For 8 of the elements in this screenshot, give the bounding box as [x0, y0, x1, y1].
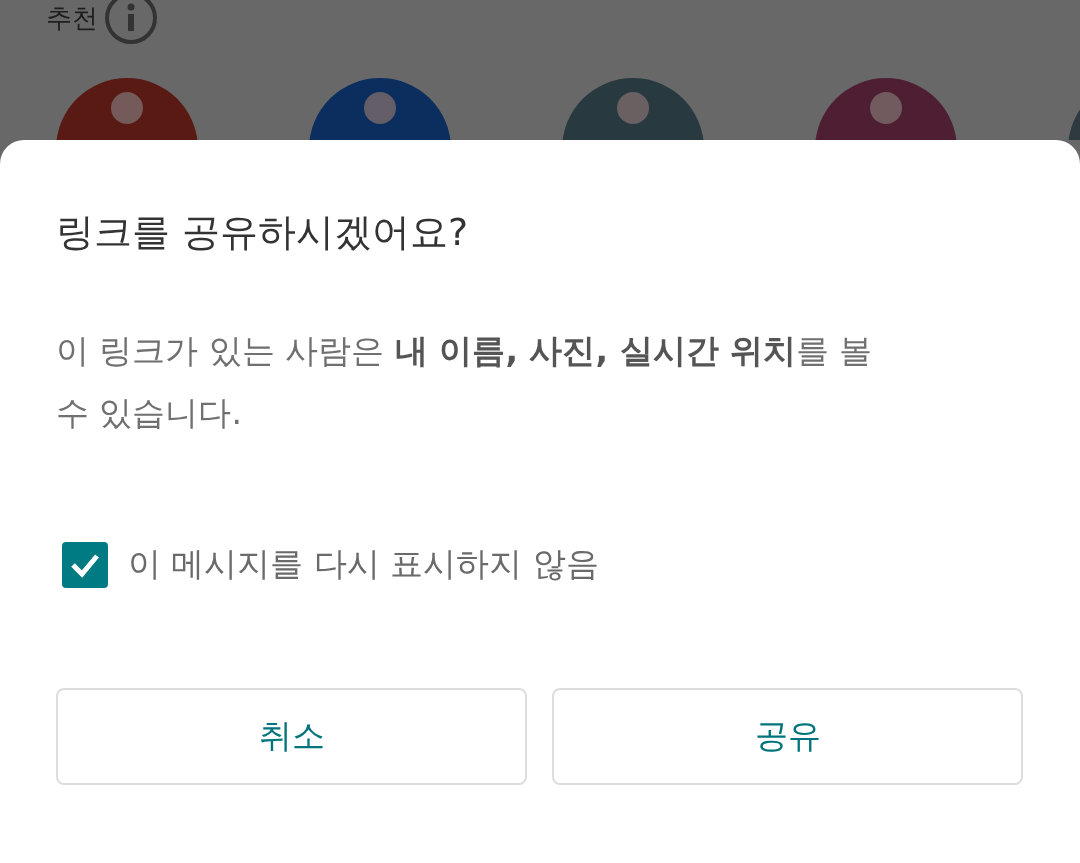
dialog-button[interactable]: 취소 — [56, 687, 527, 785]
info-icon[interactable] — [104, 0, 158, 45]
section-title: 추천 — [46, 1, 98, 35]
checkbox[interactable] — [62, 541, 108, 588]
checkbox-label: 이 메시지를 다시 표시하지 않음 — [128, 543, 599, 586]
dialog-button[interactable]: 공유 — [552, 687, 1023, 785]
dialog-title: 링크를 공유하시겠어요? — [56, 210, 470, 256]
dialog-message: 이 링크가 있는 사람은 내 이름, 사진, 실시간 위치를 볼 수 있습니다. — [56, 329, 874, 434]
